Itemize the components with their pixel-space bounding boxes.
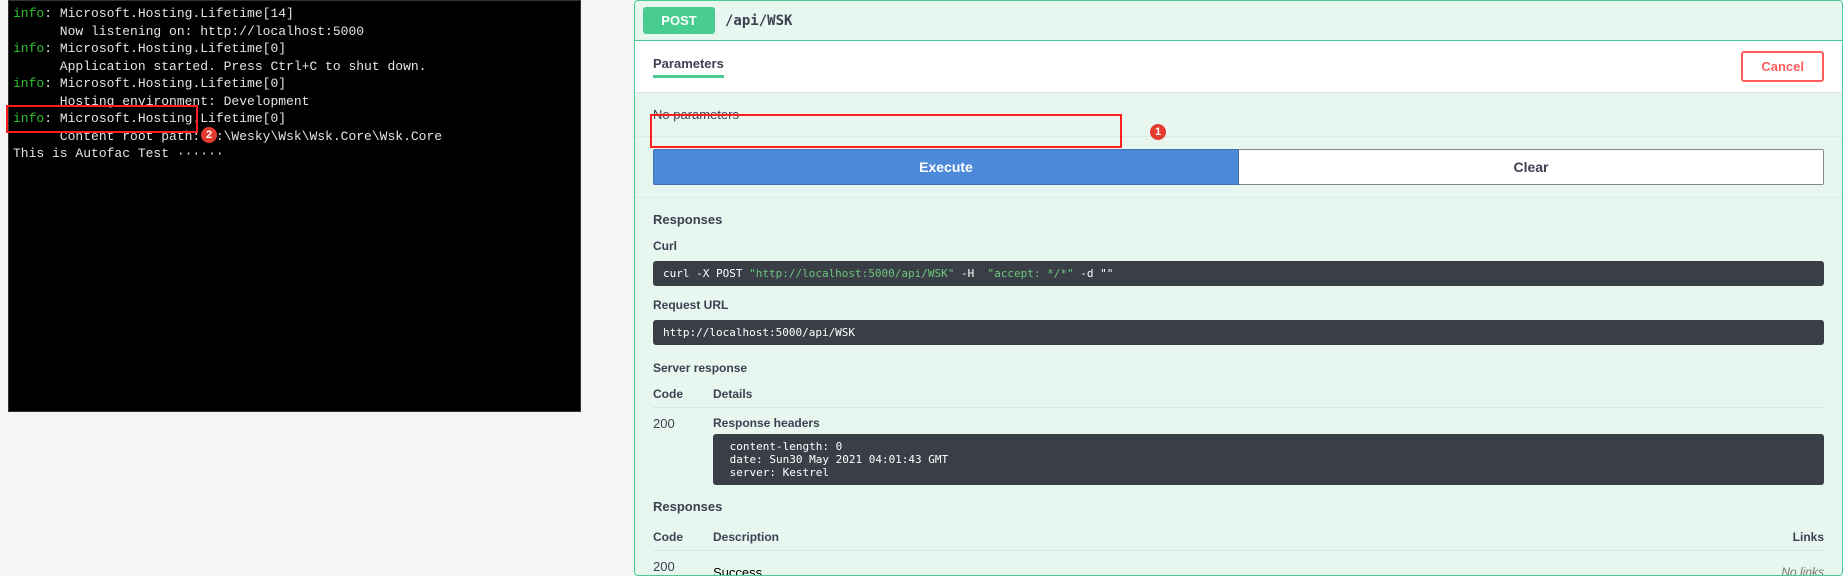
terminal-window: info: Microsoft.Hosting.Lifetime[14] Now… bbox=[8, 0, 581, 412]
server-response-title: Server response bbox=[635, 353, 1842, 379]
clear-button[interactable]: Clear bbox=[1239, 149, 1824, 185]
console-line: info: Microsoft.Hosting.Lifetime[0] bbox=[13, 110, 580, 128]
log-text: Application started. Press Ctrl+C to shu… bbox=[13, 59, 426, 74]
curl-header: "accept: */*" bbox=[988, 267, 1074, 280]
log-text: This is Autofac Test ······ bbox=[13, 146, 224, 161]
execute-button[interactable]: Execute bbox=[653, 149, 1239, 185]
console-line: info: Microsoft.Hosting.Lifetime[0] bbox=[13, 40, 580, 58]
responses-title-2: Responses bbox=[635, 493, 1842, 522]
cancel-button[interactable]: Cancel bbox=[1741, 51, 1824, 82]
curl-pre: curl -X POST bbox=[663, 267, 749, 280]
curl-command[interactable]: curl -X POST "http://localhost:5000/api/… bbox=[653, 261, 1824, 286]
server-response-table: Code Details 200 Response headers conten… bbox=[635, 379, 1842, 493]
log-text: : Microsoft.Hosting.Lifetime[0] bbox=[44, 41, 286, 56]
curl-tail: -d "" bbox=[1074, 267, 1114, 280]
log-level: info bbox=[13, 41, 44, 56]
responses-table: Code Description Links 200 Success No li… bbox=[635, 522, 1842, 576]
http-method-badge: POST bbox=[643, 7, 715, 34]
request-url-title: Request URL bbox=[635, 294, 1842, 316]
col-code: Code bbox=[653, 387, 713, 401]
log-level: info bbox=[13, 6, 44, 21]
log-text: : Microsoft.Hosting.Lifetime[14] bbox=[44, 6, 294, 21]
log-text: : Microsoft.Hosting.Lifetime[0] bbox=[44, 76, 286, 91]
server-response-header-row: Code Details bbox=[653, 381, 1824, 408]
curl-mid: -H bbox=[954, 267, 987, 280]
log-text: Content root path: D:\Wesky\Wsk\Wsk.Core… bbox=[13, 129, 442, 144]
col-links: Links bbox=[1774, 530, 1824, 544]
responses-title: Responses bbox=[635, 198, 1842, 235]
curl-url: "http://localhost:5000/api/WSK" bbox=[749, 267, 954, 280]
curl-title: Curl bbox=[635, 235, 1842, 257]
console-line: info: Microsoft.Hosting.Lifetime[0] bbox=[13, 75, 580, 93]
annotation-badge-1: 1 bbox=[1150, 124, 1166, 140]
annotation-badge-2: 2 bbox=[201, 127, 217, 143]
responses-links: No links bbox=[1774, 559, 1824, 576]
responses-row: 200 Success No links bbox=[653, 551, 1824, 576]
server-response-row: 200 Response headers content-length: 0 d… bbox=[653, 408, 1824, 487]
responses-header-row: Code Description Links bbox=[653, 524, 1824, 551]
console-line: Content root path: D:\Wesky\Wsk\Wsk.Core… bbox=[13, 128, 580, 146]
request-url-block[interactable]: http://localhost:5000/api/WSK bbox=[653, 320, 1824, 345]
col-details: Details bbox=[713, 387, 1824, 401]
console-line: This is Autofac Test ······ bbox=[13, 145, 580, 163]
responses-code: 200 bbox=[653, 559, 713, 574]
log-level: info bbox=[13, 76, 44, 91]
console-line: Hosting environment: Development bbox=[13, 93, 580, 111]
col-code-2: Code bbox=[653, 530, 713, 544]
execute-row: Execute Clear bbox=[635, 136, 1842, 198]
log-text: : Microsoft.Hosting.Lifetime[0] bbox=[44, 111, 286, 126]
responses-description: Success bbox=[713, 559, 1774, 576]
endpoint-path: /api/WSK bbox=[725, 13, 792, 29]
no-parameters-text: No parameters bbox=[635, 93, 1842, 136]
console-line: Application started. Press Ctrl+C to shu… bbox=[13, 58, 580, 76]
response-code: 200 bbox=[653, 416, 713, 431]
console-line: Now listening on: http://localhost:5000 bbox=[13, 23, 580, 41]
response-headers-block[interactable]: content-length: 0 date: Sun30 May 2021 0… bbox=[713, 434, 1824, 485]
log-text: Hosting environment: Development bbox=[13, 94, 309, 109]
col-description: Description bbox=[713, 530, 1774, 544]
parameters-bar: Parameters Cancel bbox=[635, 41, 1842, 93]
log-text: Now listening on: http://localhost:5000 bbox=[13, 24, 364, 39]
operation-header[interactable]: POST /api/WSK bbox=[635, 1, 1842, 41]
parameters-title: Parameters bbox=[653, 56, 724, 78]
swagger-operation-panel: POST /api/WSK Parameters Cancel No param… bbox=[634, 0, 1843, 576]
response-headers-label: Response headers bbox=[713, 416, 1824, 430]
log-level: info bbox=[13, 111, 44, 126]
console-line: info: Microsoft.Hosting.Lifetime[14] bbox=[13, 5, 580, 23]
